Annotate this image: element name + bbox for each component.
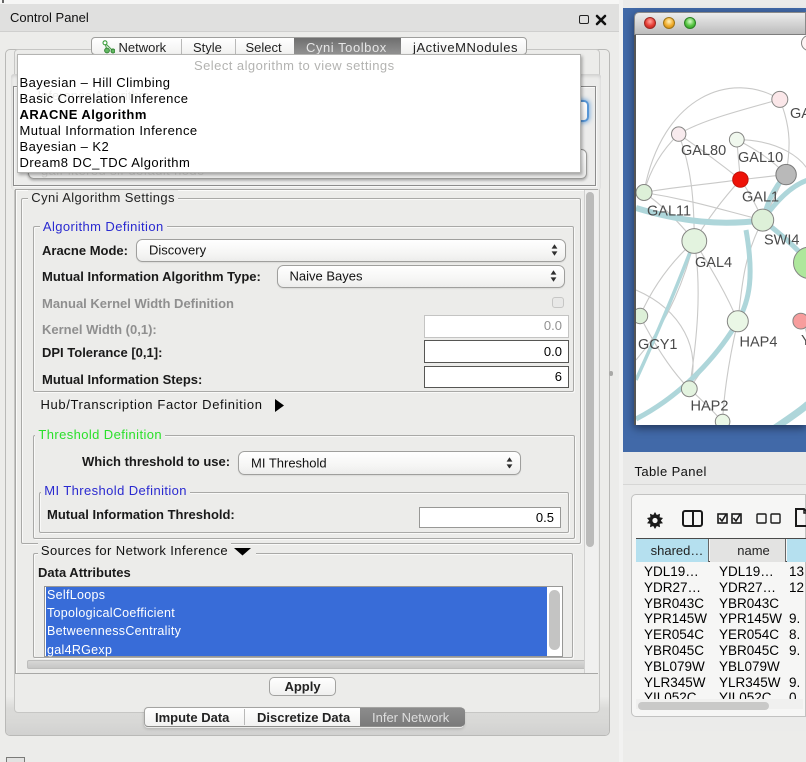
svg-text:GCY1: GCY1 [638, 337, 678, 353]
svg-text:HAP2: HAP2 [691, 399, 729, 415]
svg-text:HAP4: HAP4 [740, 335, 778, 351]
svg-text:Y: Y [801, 333, 806, 349]
svg-text:SWI4: SWI4 [764, 233, 799, 249]
svg-text:GAL4: GAL4 [695, 255, 732, 271]
svg-text:GAL11: GAL11 [647, 204, 691, 220]
svg-text:GAL10: GAL10 [738, 150, 783, 166]
svg-text:GAL: GAL [790, 106, 806, 122]
svg-text:GAL1: GAL1 [742, 190, 779, 206]
svg-text:GAL80: GAL80 [681, 143, 726, 159]
